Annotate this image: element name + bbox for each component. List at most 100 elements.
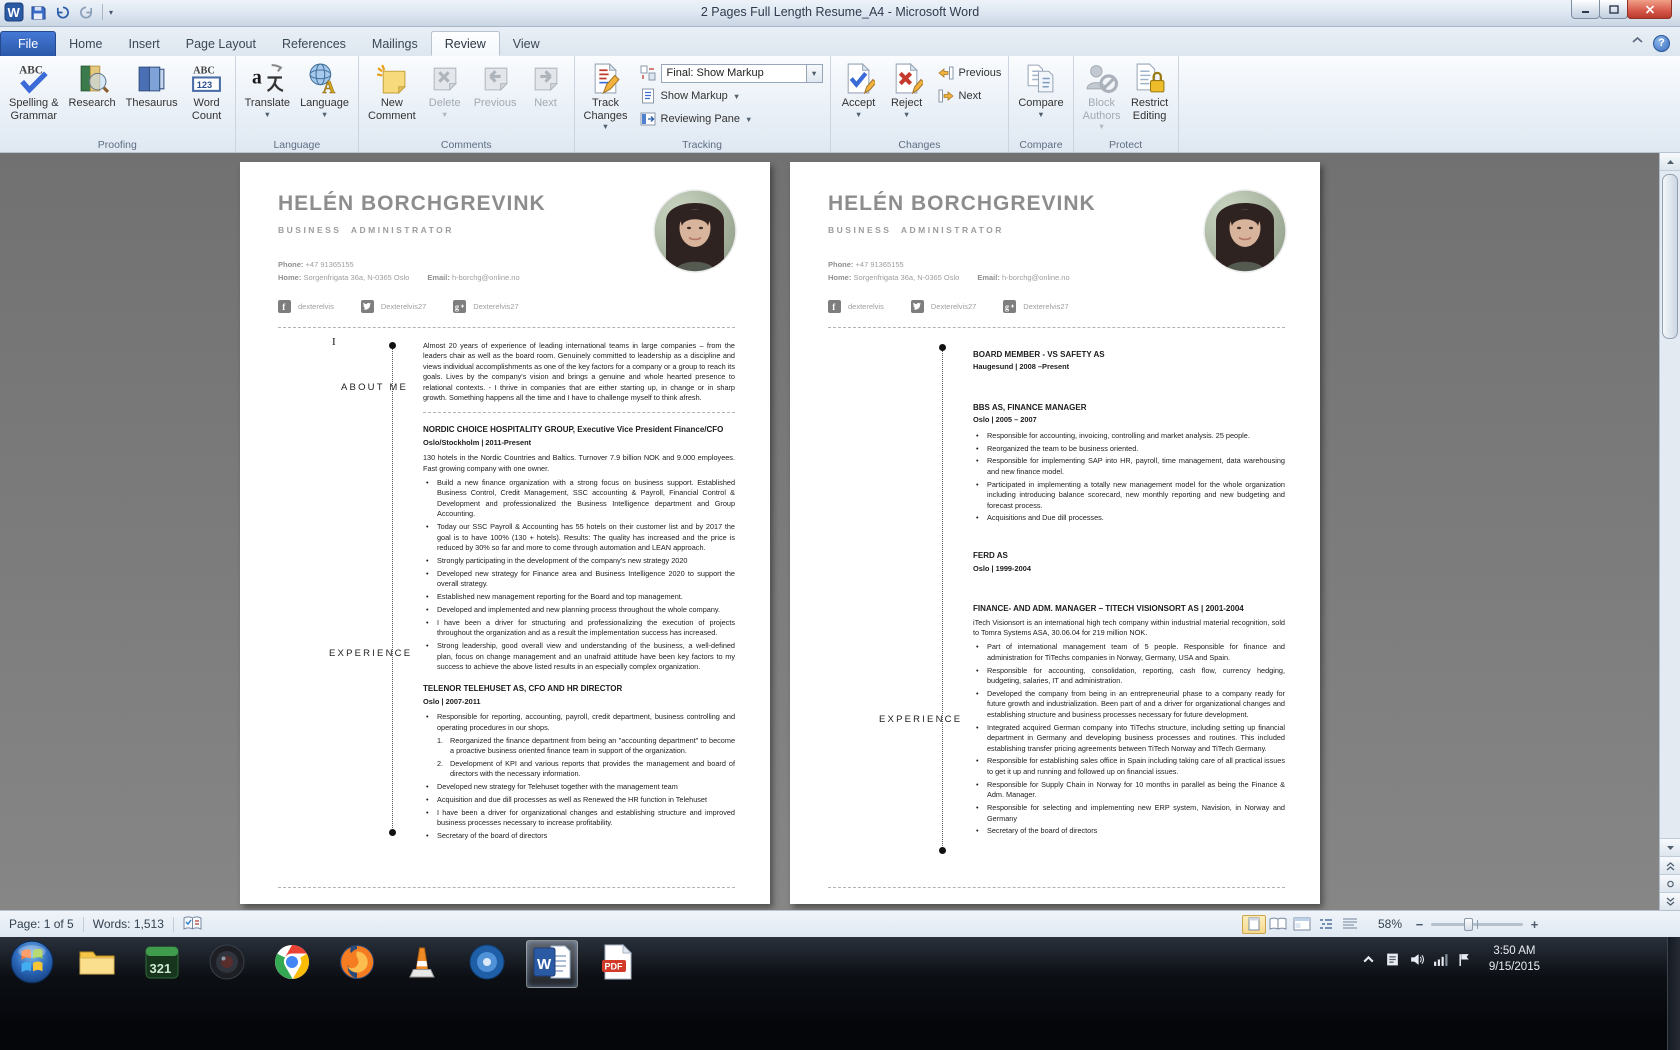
close-button[interactable] [1627,0,1672,19]
phone-value: +47 91365155 [856,260,904,269]
spelling-grammar-icon: ABC [17,62,50,95]
next-change-button[interactable]: Next [935,85,1005,107]
profile-photo [653,189,737,273]
tray-network-icon[interactable] [1433,952,1448,967]
view-draft-button[interactable] [1338,915,1362,934]
minimize-ribbon-chevron-icon[interactable] [1629,34,1646,52]
tab-page-layout[interactable]: Page Layout [173,31,269,56]
maximize-button[interactable] [1599,0,1628,19]
tab-mailings[interactable]: Mailings [359,31,431,56]
new-comment-button[interactable]: New Comment [363,59,421,137]
ribbon-tab-row: FileHomeInsertPage LayoutReferencesMaili… [0,27,1680,56]
previous-page-button[interactable] [1660,856,1680,874]
minimize-button[interactable] [1571,0,1600,19]
reviewing-pane-button[interactable]: Reviewing Pane▼ [637,108,826,130]
button-label: Research [69,97,116,110]
resume-subheading: Oslo/Stockholm | 2011-Present [423,438,735,448]
resume-subheading: Haugesund | 2008 –Present [973,362,1285,372]
word-taskbar-icon: W [532,942,572,987]
compare-icon [1024,62,1057,95]
view-web-layout-button[interactable] [1290,915,1314,934]
word-count-indicator[interactable]: Words: 1,513 [84,917,173,931]
camera-lens-icon [207,942,247,987]
ribbon-group-label: Comments [359,139,573,151]
previous-change-button[interactable]: Previous [935,62,1005,84]
taskbar-explorer[interactable] [71,940,123,988]
zoom-out-button[interactable]: − [1412,917,1427,932]
resume-bullet: Secretary of the board of directors [423,831,735,841]
zoom-slider[interactable] [1431,923,1523,926]
restrict-editing-button[interactable]: Restrict Editing [1126,59,1174,137]
profile-photo [1203,189,1287,273]
home-label: Home: [278,273,301,282]
scroll-up-button[interactable] [1660,153,1680,171]
social-googleplus: gDexterelvis27 [1003,300,1068,313]
taskbar-pdf-app[interactable]: PDF [591,940,643,988]
tab-view[interactable]: View [500,31,553,56]
button-label: New Comment [368,97,416,122]
select-browse-object-button[interactable] [1660,874,1680,892]
resume-bullet: Established new management reporting for… [423,592,735,602]
dropdown-arrow-icon: ▼ [745,115,752,124]
tab-references[interactable]: References [269,31,359,56]
taskbar-vlc[interactable] [396,940,448,988]
accept-button[interactable]: Accept▼ [835,59,883,137]
tray-gadget-icon[interactable] [1385,952,1400,967]
taskbar-word[interactable]: W [526,940,578,988]
tab-insert[interactable]: Insert [116,31,173,56]
reject-button[interactable]: Reject▼ [883,59,931,137]
tab-file[interactable]: File [0,31,56,56]
email-value: h-borchg@online.no [1002,273,1070,282]
research-button[interactable]: Research [64,59,121,137]
cursor-mark: I [332,336,336,348]
scroll-down-button[interactable] [1660,838,1680,856]
resume-paragraph: Almost 20 years of experience of leading… [423,341,735,403]
help-button[interactable]: ? [1653,35,1670,52]
zoom-in-button[interactable]: + [1527,917,1542,932]
view-print-layout-button[interactable] [1242,915,1266,934]
vertical-scrollbar [1659,153,1680,910]
language-button[interactable]: ALanguage▼ [295,59,354,137]
taskbar-lens-app[interactable] [201,940,253,988]
taskbar-chrome[interactable] [266,940,318,988]
tray-flag-icon[interactable] [1457,952,1472,967]
taskbar-calendar-app[interactable]: 321 [136,940,188,988]
thesaurus-button[interactable]: Thesaurus [121,59,183,137]
taskbar-blue-disc-app[interactable] [461,940,513,988]
display-for-review-value[interactable]: Final: Show Markup [661,64,807,83]
clock[interactable]: 3:50 AM 9/15/2015 [1489,943,1540,975]
combo-dropdown-arrow-icon[interactable]: ▼ [807,64,823,83]
zoom-slider-thumb[interactable] [1464,918,1473,931]
view-fullscreen-reading-button[interactable] [1266,915,1290,934]
show-desktop-button[interactable] [1667,937,1680,1050]
page-indicator[interactable]: Page: 1 of 5 [0,917,83,931]
view-outline-button[interactable] [1314,915,1338,934]
experience-label: EXPERIENCE [879,714,962,725]
dropdown-arrow-icon: ▼ [1037,111,1044,119]
spelling-grammar-button[interactable]: ABCSpelling & Grammar [4,59,64,137]
translate-button[interactable]: aTranslate▼ [240,59,295,137]
document-page-2[interactable]: HELÉN BORCHGREVINK BUSINESS ADMINISTRATO… [790,162,1320,904]
tab-home[interactable]: Home [56,31,115,56]
phone-value: +47 91365155 [306,260,354,269]
dropdown-arrow-icon: ▼ [855,111,862,119]
tray-chevron-icon[interactable] [1361,952,1376,967]
resume-paragraph: 130 hotels in the Nordic Countries and B… [423,453,735,474]
button-label: Restrict Editing [1131,97,1168,122]
scrollbar-thumb[interactable] [1662,174,1678,339]
next-page-button[interactable] [1660,892,1680,910]
taskbar-firefox[interactable] [331,940,383,988]
tray-volume-icon[interactable] [1409,952,1424,967]
zoom-level[interactable]: 58% [1378,917,1402,931]
word-window: W ▾ 2 Pages Full Length Resume_A4 - Micr… [0,0,1680,1050]
tab-review[interactable]: Review [431,31,500,56]
word-count-button[interactable]: ABC123Word Count [183,59,231,137]
show-markup-button[interactable]: Show Markup▼ [637,85,826,107]
previous-comment-icon [479,62,512,95]
document-page-1[interactable]: HELÉN BORCHGREVINK BUSINESS ADMINISTRATO… [240,162,770,904]
proofing-status-icon[interactable] [174,916,211,932]
compare-button[interactable]: Compare▼ [1013,59,1068,137]
track-changes-button[interactable]: Track Changes▼ [579,59,633,137]
start-button[interactable] [6,940,58,988]
svg-text:PDF: PDF [605,961,624,971]
